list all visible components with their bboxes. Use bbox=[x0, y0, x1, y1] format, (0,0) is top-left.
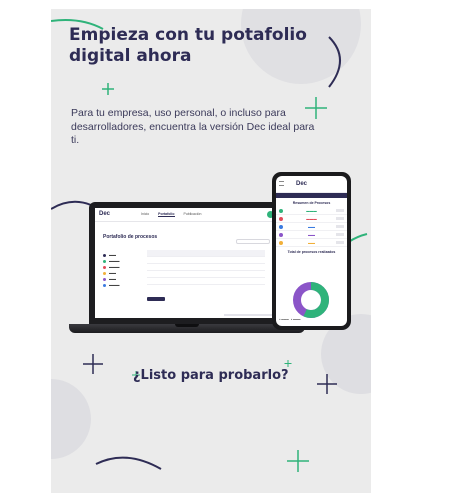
nav-publicacion[interactable]: Publicación bbox=[183, 212, 201, 216]
promo-card: Empieza con tu potafolio digital ahora P… bbox=[51, 9, 371, 493]
table-row[interactable] bbox=[147, 264, 265, 271]
search-input[interactable] bbox=[236, 239, 270, 244]
phone-mockup: Dec Resumen de Procesos ▬▬▬ ▬▬▬ ▬▬ ▬▬ ▬▬… bbox=[272, 172, 351, 330]
new-process-button[interactable] bbox=[147, 297, 165, 301]
nav-inicio[interactable]: Inicio bbox=[141, 212, 149, 216]
list-item[interactable]: ▬▬ bbox=[276, 231, 347, 239]
sidebar-item[interactable]: ▬▬▬ bbox=[103, 282, 141, 288]
logo: Dec bbox=[296, 181, 308, 187]
laptop-mockup: Dec Inicio Portafolio Publicación Portaf… bbox=[89, 202, 284, 324]
intro-text: Para tu empresa, uso personal, o incluso… bbox=[71, 107, 315, 146]
table-header bbox=[147, 250, 265, 257]
chart-legend: ● ▬▬▬ ● ▬▬▬ bbox=[279, 318, 301, 321]
table-row[interactable] bbox=[147, 271, 265, 278]
list-item[interactable]: ▬▬▬ bbox=[276, 215, 347, 223]
phone-header: Dec bbox=[276, 176, 347, 193]
sidebar: ▬▬ ▬▬▬ ▬▬▬ ▬▬ ▬▬ ▬▬▬ bbox=[103, 252, 141, 288]
pagination[interactable] bbox=[224, 314, 272, 316]
chart-title: Total de procesos realizados bbox=[287, 250, 336, 254]
table-row[interactable] bbox=[147, 257, 265, 264]
nav-portafolio[interactable]: Portafolio bbox=[158, 212, 175, 217]
process-table bbox=[147, 250, 265, 285]
list-item[interactable]: ▬▬▬ bbox=[276, 207, 347, 215]
process-summary-list: ▬▬▬ ▬▬▬ ▬▬ ▬▬ ▬▬ bbox=[276, 207, 347, 247]
app-nav: Inicio Portafolio Publicación bbox=[141, 212, 209, 217]
donut-chart bbox=[293, 282, 329, 318]
phone-section-title: Resumen de Procesos bbox=[292, 201, 331, 205]
phone-banner bbox=[276, 193, 347, 198]
cta-text[interactable]: ¿Listo para probarlo? bbox=[133, 368, 289, 383]
logo: Dec bbox=[99, 211, 111, 217]
laptop-notch bbox=[175, 324, 199, 327]
page-title: Portafolio de procesos bbox=[103, 234, 158, 240]
list-item[interactable]: ▬▬ bbox=[276, 239, 347, 247]
app-topbar: Dec Inicio Portafolio Publicación bbox=[95, 208, 278, 222]
table-row[interactable] bbox=[147, 278, 265, 285]
headline: Empieza con tu potafolio digital ahora bbox=[69, 25, 307, 66]
menu-icon[interactable] bbox=[279, 181, 284, 186]
list-item[interactable]: ▬▬ bbox=[276, 223, 347, 231]
phone-screen: Dec Resumen de Procesos ▬▬▬ ▬▬▬ ▬▬ ▬▬ ▬▬… bbox=[276, 176, 347, 326]
laptop-screen: Dec Inicio Portafolio Publicación Portaf… bbox=[95, 208, 278, 318]
